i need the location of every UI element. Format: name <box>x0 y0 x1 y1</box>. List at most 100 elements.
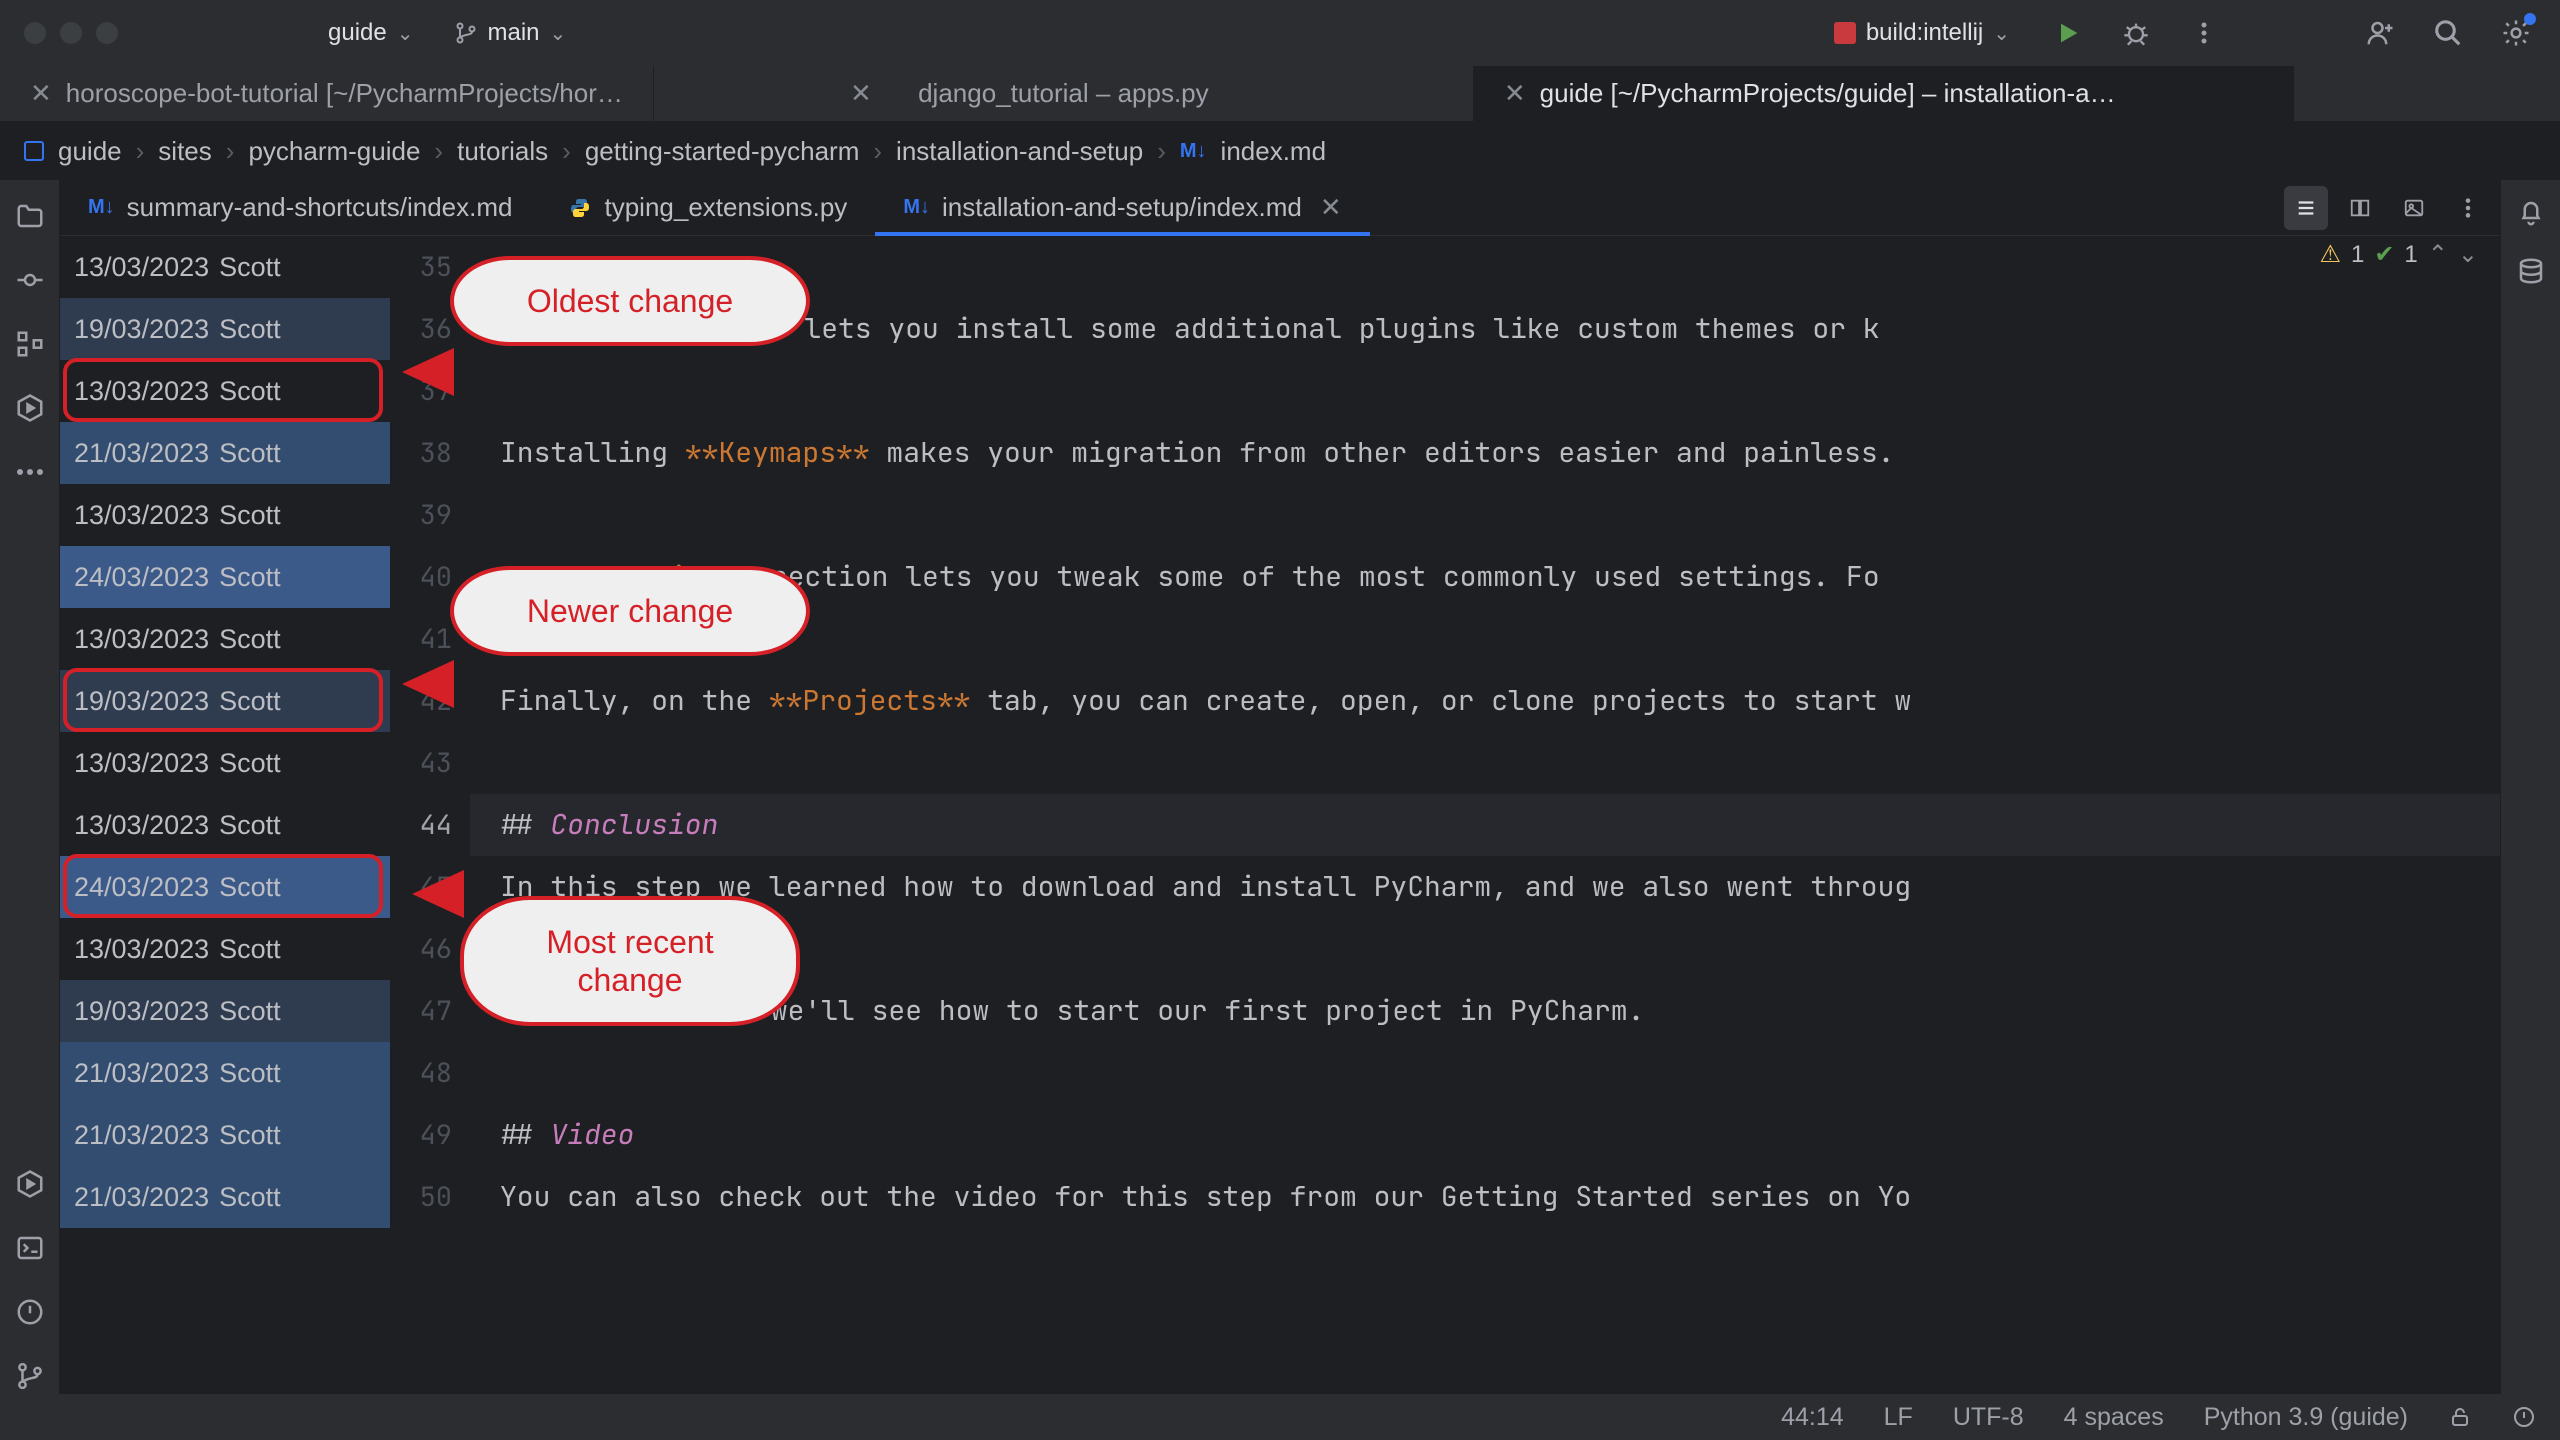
editor-view-source-button[interactable] <box>2284 186 2328 230</box>
breadcrumb-item[interactable]: index.md <box>1221 136 1327 167</box>
blame-row[interactable]: 21/03/2023Scott <box>60 1042 390 1104</box>
blame-row[interactable]: 13/03/2023Scott <box>60 918 390 980</box>
window-zoom-icon[interactable] <box>96 22 118 44</box>
annotation-callout-oldest: Oldest change <box>450 256 810 346</box>
editor-view-preview-button[interactable] <box>2392 186 2436 230</box>
editor-more-button[interactable] <box>2446 186 2490 230</box>
line-ending[interactable]: LF <box>1884 1403 1913 1432</box>
close-icon[interactable]: ✕ <box>30 78 52 109</box>
run-config-selector[interactable]: build:intellij ⌄ <box>1824 13 2020 53</box>
run-tool-button[interactable] <box>12 1166 48 1202</box>
terminal-tool-button[interactable] <box>12 1230 48 1266</box>
blame-row[interactable]: 21/03/2023Scott <box>60 422 390 484</box>
notifications-tool-button[interactable] <box>2516 198 2546 228</box>
inspections-widget[interactable]: ⚠1 ✔1 ⌃ ⌄ <box>2319 240 2478 269</box>
editor-view-split-button[interactable] <box>2338 186 2382 230</box>
code-with-me-button[interactable] <box>2360 13 2400 53</box>
close-icon[interactable]: ✕ <box>1320 192 1342 223</box>
window-tab-horoscope[interactable]: ✕ horoscope-bot-tutorial [~/PycharmProje… <box>0 66 654 121</box>
blame-row[interactable]: 21/03/2023Scott <box>60 1104 390 1166</box>
line-number[interactable]: 44 <box>390 794 452 856</box>
code-line[interactable] <box>470 1042 2500 1104</box>
window-close-icon[interactable] <box>24 22 46 44</box>
problems-tool-button[interactable] <box>12 1294 48 1330</box>
blame-row[interactable]: 19/03/2023Scott <box>60 298 390 360</box>
services-tool-button[interactable] <box>12 390 48 426</box>
blame-row[interactable]: 19/03/2023Scott <box>60 670 390 732</box>
breadcrumb-item[interactable]: pycharm-guide <box>248 136 420 167</box>
line-number-gutter[interactable]: 35363738394041424344454647484950 <box>390 236 470 1394</box>
blame-row[interactable]: 13/03/2023Scott <box>60 484 390 546</box>
line-number[interactable]: 38 <box>390 422 452 484</box>
database-tool-button[interactable] <box>2516 256 2546 286</box>
code-line[interactable] <box>470 732 2500 794</box>
search-everywhere-button[interactable] <box>2428 13 2468 53</box>
breadcrumb-item[interactable]: tutorials <box>457 136 548 167</box>
chevron-up-icon[interactable]: ⌃ <box>2428 240 2448 269</box>
ellipsis-icon <box>15 468 45 476</box>
line-number[interactable]: 47 <box>390 980 452 1042</box>
blame-row[interactable]: 24/03/2023Scott <box>60 546 390 608</box>
project-tool-button[interactable] <box>12 198 48 234</box>
branch-selector[interactable]: main ⌄ <box>444 13 577 53</box>
settings-button[interactable] <box>2496 13 2536 53</box>
lock-icon[interactable] <box>2448 1405 2472 1429</box>
blame-author: Scott <box>219 624 281 655</box>
debug-button[interactable] <box>2116 13 2156 53</box>
breadcrumb-item[interactable]: getting-started-pycharm <box>585 136 860 167</box>
line-number[interactable]: 35 <box>390 236 452 298</box>
line-number[interactable]: 40 <box>390 546 452 608</box>
breadcrumb-item[interactable]: sites <box>158 136 211 167</box>
indent-setting[interactable]: 4 spaces <box>2064 1403 2164 1432</box>
line-number[interactable]: 49 <box>390 1104 452 1166</box>
encoding[interactable]: UTF-8 <box>1953 1403 2024 1432</box>
code-line[interactable] <box>470 360 2500 422</box>
code-line[interactable]: Installing **Keymaps** makes your migrat… <box>470 422 2500 484</box>
git-blame-gutter[interactable]: 13/03/2023Scott19/03/2023Scott13/03/2023… <box>60 236 390 1394</box>
code-line[interactable]: Finally, on the **Projects** tab, you ca… <box>470 670 2500 732</box>
chevron-down-icon[interactable]: ⌄ <box>2458 240 2478 269</box>
project-selector[interactable]: guide ⌄ <box>318 13 424 53</box>
branch-icon <box>454 21 478 45</box>
structure-tool-button[interactable] <box>12 326 48 362</box>
close-icon[interactable]: ✕ <box>1504 78 1526 109</box>
more-tools-button[interactable] <box>12 454 48 490</box>
blame-row[interactable]: 13/03/2023Scott <box>60 360 390 422</box>
code-editor[interactable]: s** tab lets you install some additional… <box>470 236 2500 1394</box>
blame-row[interactable]: 13/03/2023Scott <box>60 608 390 670</box>
blame-row[interactable]: 13/03/2023Scott <box>60 732 390 794</box>
line-number[interactable]: 46 <box>390 918 452 980</box>
editor-tab-summary[interactable]: M↓ summary-and-shortcuts/index.md <box>60 180 540 235</box>
caret-position[interactable]: 44:14 <box>1781 1403 1844 1432</box>
blame-row[interactable]: 19/03/2023Scott <box>60 980 390 1042</box>
window-tab-django[interactable]: ✕ django_tutorial – apps.py <box>654 66 1474 121</box>
code-line[interactable] <box>470 484 2500 546</box>
line-number[interactable]: 48 <box>390 1042 452 1104</box>
bug-icon <box>2122 19 2150 47</box>
problems-icon[interactable] <box>2512 1405 2536 1429</box>
editor-tab-installation[interactable]: M↓ installation-and-setup/index.md ✕ <box>875 180 1369 235</box>
window-minimize-icon[interactable] <box>60 22 82 44</box>
blame-row[interactable]: 21/03/2023Scott <box>60 1166 390 1228</box>
commit-tool-button[interactable] <box>12 262 48 298</box>
code-line[interactable]: ## Video <box>470 1104 2500 1166</box>
blame-date: 13/03/2023 <box>74 252 209 283</box>
code-line[interactable]: ## Conclusion <box>470 794 2500 856</box>
window-tab-guide[interactable]: ✕ guide [~/PycharmProjects/guide] – inst… <box>1474 66 2294 121</box>
line-number[interactable]: 43 <box>390 732 452 794</box>
close-icon[interactable]: ✕ <box>850 78 872 109</box>
blame-row[interactable]: 24/03/2023Scott <box>60 856 390 918</box>
line-number[interactable]: 39 <box>390 484 452 546</box>
interpreter[interactable]: Python 3.9 (guide) <box>2204 1403 2408 1432</box>
vcs-tool-button[interactable] <box>12 1358 48 1394</box>
breadcrumb-item[interactable]: guide <box>58 136 122 167</box>
blame-author: Scott <box>219 500 281 531</box>
line-number[interactable]: 50 <box>390 1166 452 1228</box>
code-line[interactable]: You can also check out the video for thi… <box>470 1166 2500 1228</box>
blame-row[interactable]: 13/03/2023Scott <box>60 794 390 856</box>
more-actions-button[interactable] <box>2184 13 2224 53</box>
blame-row[interactable]: 13/03/2023Scott <box>60 236 390 298</box>
run-button[interactable] <box>2048 13 2088 53</box>
editor-tab-typing-ext[interactable]: typing_extensions.py <box>540 180 875 235</box>
breadcrumb-item[interactable]: installation-and-setup <box>896 136 1143 167</box>
